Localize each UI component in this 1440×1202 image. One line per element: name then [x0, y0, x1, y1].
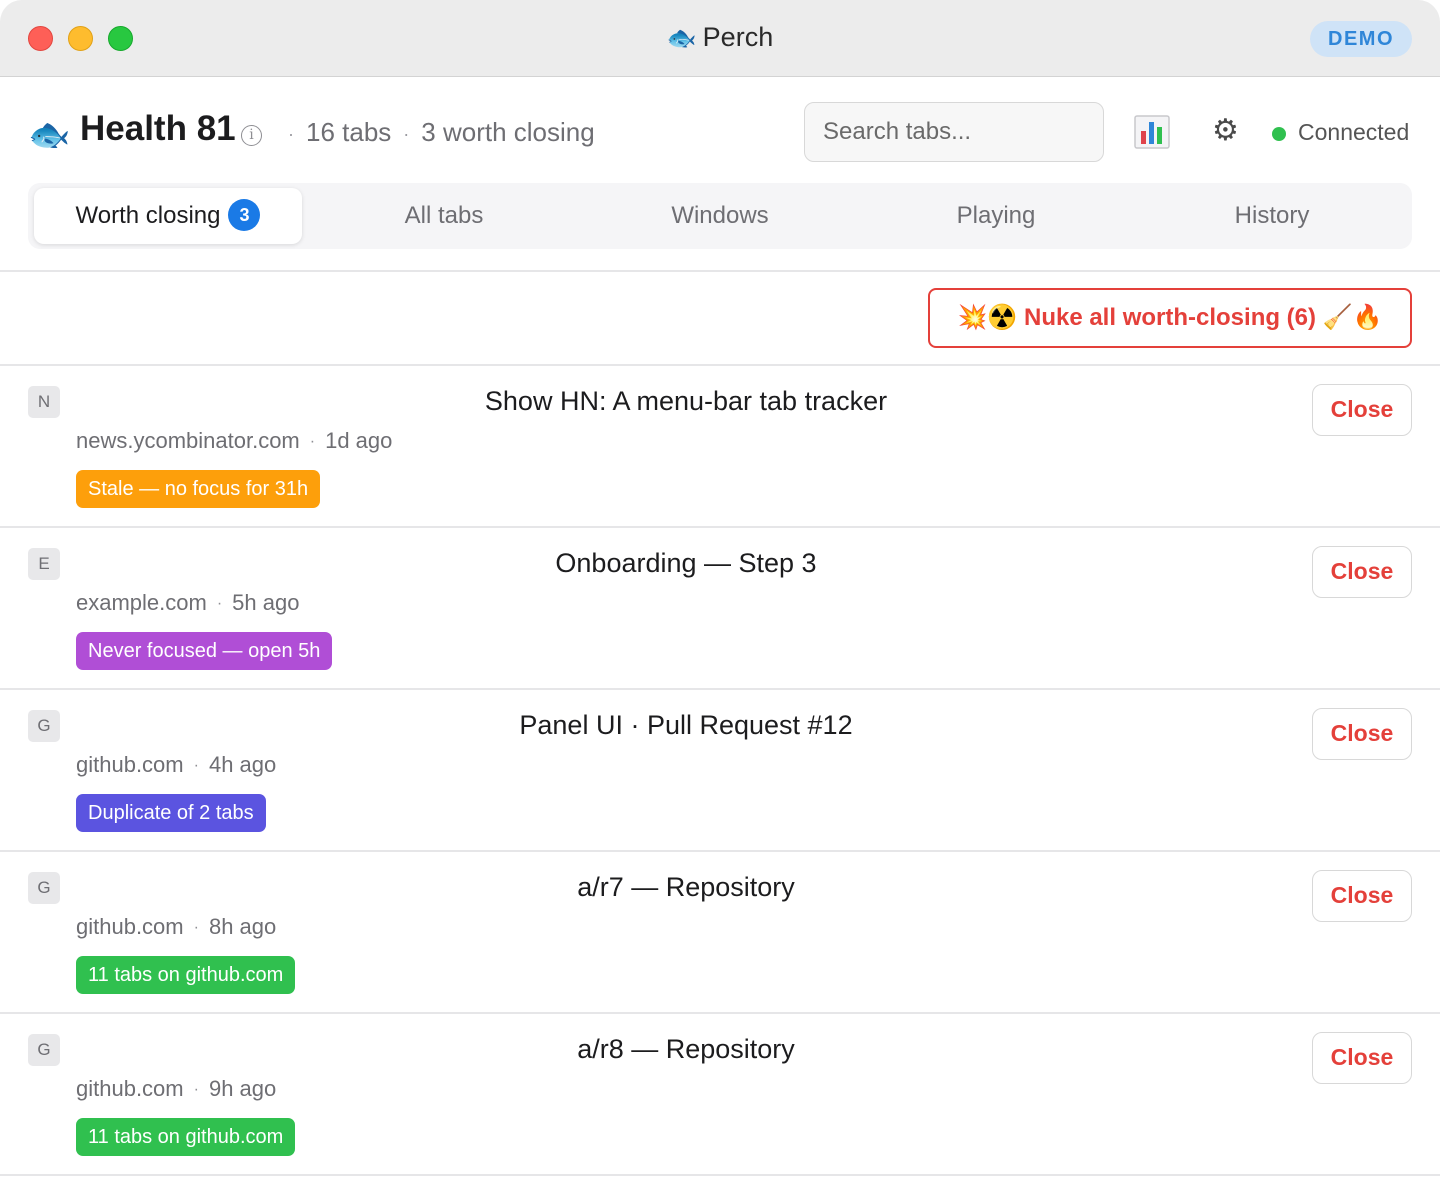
bar-chart-icon[interactable] — [1134, 115, 1170, 149]
tab-domain: github.com — [76, 914, 184, 939]
tab-title[interactable]: a/r7 — Repository — [76, 872, 1296, 903]
tab-row[interactable]: N Show HN: A menu-bar tab tracker news.yco… — [0, 364, 1440, 526]
favicon: G — [28, 1034, 60, 1066]
search-input[interactable] — [804, 102, 1104, 162]
tab-domain: example.com — [76, 590, 207, 615]
app-window: 🐟 Perch DEMO 🐟 Health 81 i · 16 tabs · 3 wor… — [0, 0, 1440, 1202]
tab-title[interactable]: Show HN: A menu-bar tab tracker — [76, 386, 1296, 417]
section-divider — [0, 270, 1440, 272]
tab-age: 9h ago — [208, 1076, 277, 1101]
connection-status-dot — [1272, 127, 1286, 141]
tab-meta: news.ycombinator.com · 1d ago — [76, 428, 393, 453]
tab-meta: github.com · 9h ago — [76, 1076, 277, 1101]
tab-age: 5h ago — [232, 590, 300, 615]
demo-badge: DEMO — [1310, 21, 1412, 57]
reason-badge: 11 tabs on github.com — [76, 1118, 296, 1156]
tab-count: 16 tabs — [306, 117, 392, 147]
tab-bar: Worth closing 3 All tabs Windows Playing … — [28, 183, 1412, 249]
row-divider — [0, 1174, 1440, 1176]
tab-count-badge: 3 — [228, 199, 261, 231]
worth-closing-count: 3 worth closing — [421, 117, 595, 147]
favicon: E — [28, 548, 60, 580]
tab-all-tabs[interactable]: All tabs — [306, 188, 582, 244]
reason-badge: Never focused — open 5h — [76, 632, 333, 670]
reason-badge: Stale — no focus for 31h — [76, 470, 321, 508]
title-bar: 🐟 Perch DEMO — [0, 0, 1440, 77]
health-score: Health 81 — [80, 109, 236, 148]
tab-title[interactable]: Panel UI · Pull Request #12 — [76, 710, 1296, 741]
tab-history[interactable]: History — [1134, 188, 1410, 244]
tab-worth-closing[interactable]: Worth closing 3 — [34, 188, 302, 244]
gear-icon[interactable]: ⚙ — [1212, 113, 1239, 149]
tab-meta: github.com · 8h ago — [76, 914, 277, 939]
tab-title[interactable]: Onboarding — Step 3 — [76, 548, 1296, 579]
tab-title[interactable]: a/r8 — Repository — [76, 1034, 1296, 1065]
info-icon[interactable]: i — [241, 125, 262, 146]
tab-domain: github.com — [76, 1076, 184, 1101]
tab-meta: example.com · 5h ago — [76, 590, 300, 615]
favicon: G — [28, 872, 60, 904]
tab-meta: github.com · 4h ago — [76, 752, 277, 777]
tab-windows[interactable]: Windows — [582, 188, 858, 244]
nuke-all-button[interactable]: 💥☢️ Nuke all worth-closing (6) 🧹🔥 — [928, 288, 1412, 348]
tab-age: 8h ago — [208, 914, 277, 939]
reason-badge: 11 tabs on github.com — [76, 956, 296, 994]
favicon: N — [28, 386, 60, 418]
close-tab-button[interactable]: Close — [1312, 1032, 1412, 1084]
connection-status: Connected — [1298, 119, 1410, 145]
tab-playing[interactable]: Playing — [858, 188, 1134, 244]
favicon: G — [28, 710, 60, 742]
header: 🐟 Health 81 i ·16 tabs·3 worth closing ⚙… — [0, 77, 1440, 189]
window-title: 🐟 Perch — [666, 22, 774, 52]
tab-row[interactable]: Ga/r8 — Repository github.com · 9h ago 11 ta… — [0, 1012, 1440, 1174]
tab-domain: news.ycombinator.com — [76, 428, 300, 453]
close-tab-button[interactable]: Close — [1312, 384, 1412, 436]
close-tab-button[interactable]: Close — [1312, 546, 1412, 598]
close-tab-button[interactable]: Close — [1312, 870, 1412, 922]
reason-badge: Duplicate of 2 tabs — [76, 794, 266, 832]
tab-domain: github.com — [76, 752, 184, 777]
close-tab-button[interactable]: Close — [1312, 708, 1412, 760]
tab-age: 4h ago — [208, 752, 277, 777]
tab-row[interactable]: Ga/r7 — Repository github.com · 8h ago 11 ta… — [0, 850, 1440, 1012]
tab-age: 1d ago — [325, 428, 393, 453]
fish-logo-icon: 🐟 — [28, 116, 71, 154]
tab-stats: · 16 tabs · 3 worth closing — [288, 117, 595, 147]
fish-icon: 🐟 — [666, 25, 697, 52]
tab-row[interactable]: G Panel UI · Pull Request #12 github.com · 4… — [0, 688, 1440, 850]
tab-row[interactable]: E Onboarding — Step 3 example.com · 5h ago Ne… — [0, 526, 1440, 688]
